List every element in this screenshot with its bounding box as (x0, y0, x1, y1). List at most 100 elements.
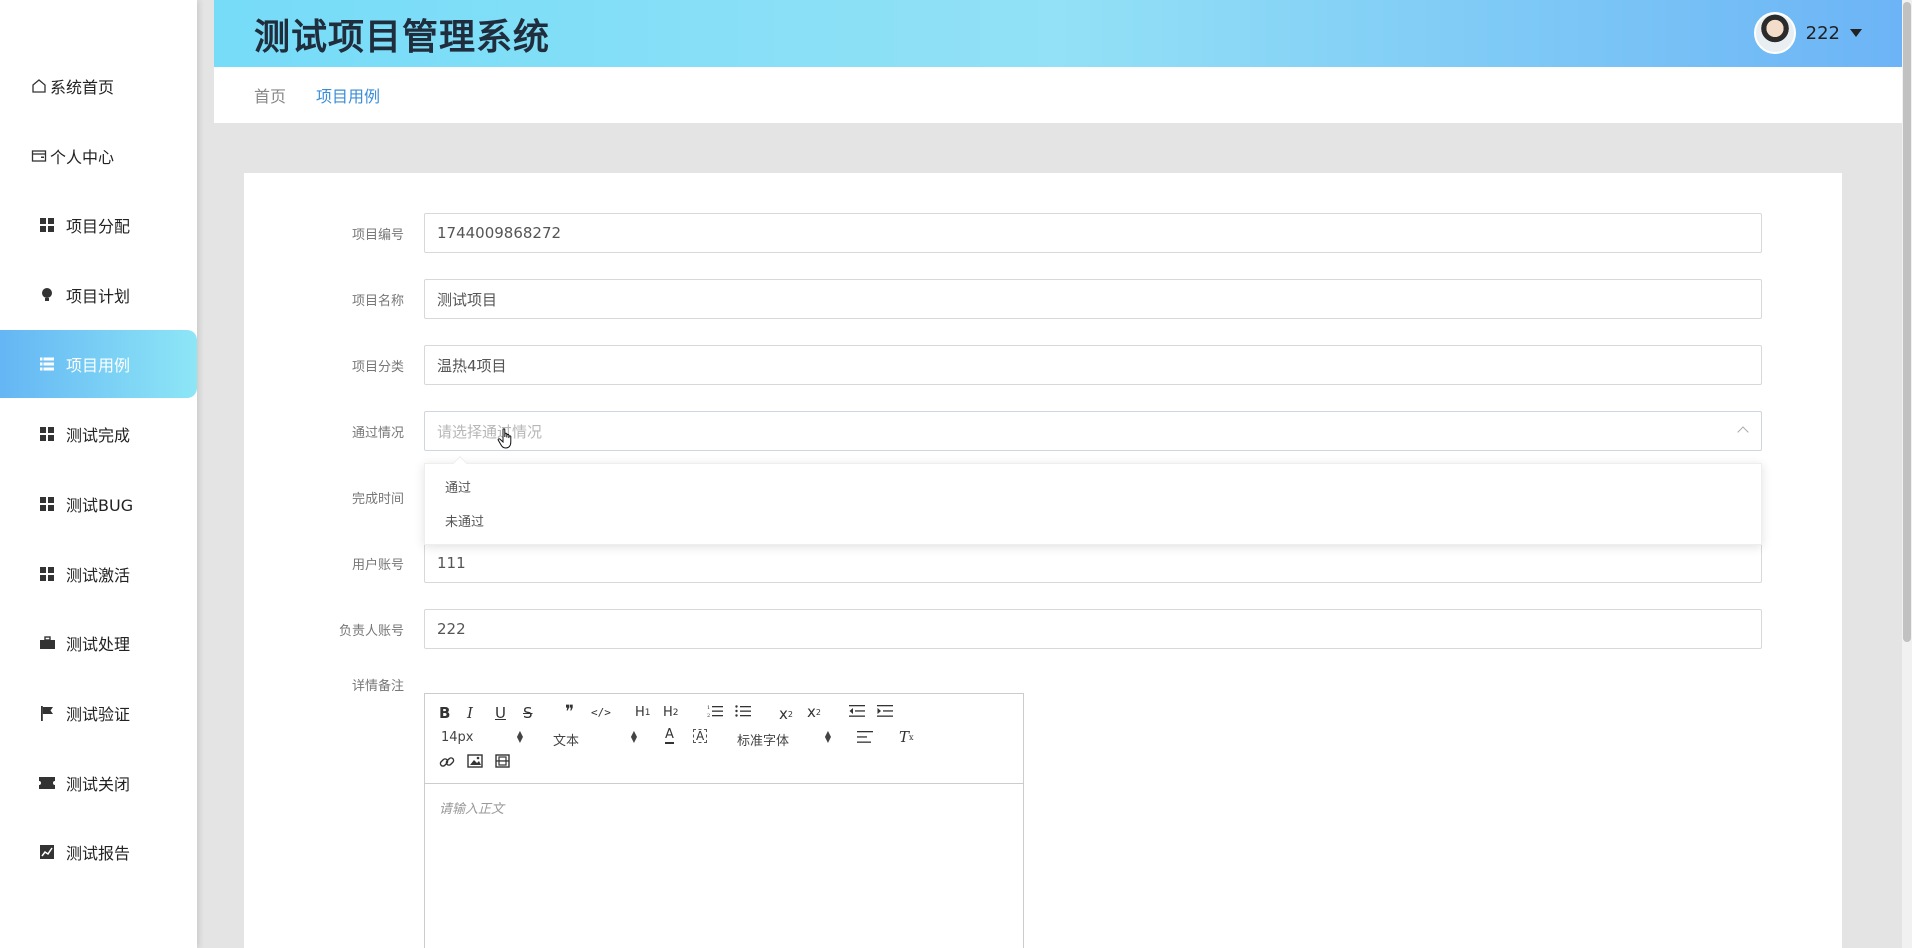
complete-time-label: 完成时间 (351, 491, 404, 507)
sidebar-item-label: 项目计划 (66, 287, 131, 306)
sidebar-item-label: 项目用例 (66, 356, 131, 375)
background-color-button[interactable]: A (693, 729, 708, 743)
strike-button[interactable]: S (523, 704, 533, 722)
image-icon[interactable] (467, 754, 483, 768)
page-scrollbar[interactable] (1902, 0, 1912, 948)
breadcrumb-current[interactable]: 项目用例 (316, 83, 380, 107)
sidebar-item-test-verify[interactable]: 测试验证 (0, 679, 197, 747)
sidebar-item-label: 个人中心 (50, 148, 115, 167)
owner-account-field[interactable]: 222 (424, 609, 1762, 649)
font-family-value: 标准字体 (737, 734, 790, 749)
scrollbar-thumb[interactable] (1903, 2, 1911, 642)
user-menu[interactable]: 222 (1753, 12, 1862, 54)
svg-text:2: 2 (707, 713, 710, 718)
sidebar-item-test-report[interactable]: 测试报告 (0, 818, 197, 886)
editor-toolbar: B I U S ❞ </> H1 H2 12 x2 x2 14px ▲ ▼ 文本… (425, 694, 1023, 784)
align-icon[interactable] (857, 730, 873, 744)
pass-status-placeholder: 请选择通过情况 (437, 422, 543, 441)
option-fail[interactable]: 未通过 (425, 506, 1761, 540)
details-label: 详情备注 (351, 679, 404, 694)
sidebar-item-test-complete[interactable]: 测试完成 (0, 400, 197, 468)
editor-body[interactable]: 请输入正文 (425, 784, 1023, 831)
indent-icon[interactable] (877, 704, 893, 718)
sidebar: 系统首页 个人中心 项目分配 项目计划 项目用例 测试完成 测试BUG 测试激活… (0, 0, 197, 948)
font-family-select[interactable]: 标准字体 ▲ ▼ (737, 729, 831, 750)
clear-format-button[interactable]: Tx (899, 728, 914, 746)
list-icon (38, 355, 56, 373)
sidebar-item-test-bug[interactable]: 测试BUG (0, 470, 197, 538)
italic-button[interactable]: I (467, 704, 473, 722)
sidebar-item-assignment[interactable]: 项目分配 (0, 191, 197, 259)
font-color-button[interactable]: A (665, 728, 674, 744)
hand-cursor-icon (497, 428, 515, 454)
sidebar-item-label: 测试关闭 (66, 775, 131, 794)
outdent-icon[interactable] (849, 704, 865, 718)
bullet-list-icon[interactable] (735, 704, 751, 718)
form-row-owner-account: 负责人账号 222 (244, 609, 1842, 649)
pass-status-select[interactable]: 请选择通过情况 (424, 411, 1762, 451)
updown-icon: ▲ ▼ (516, 729, 523, 744)
lightbulb-icon (38, 286, 56, 304)
header-select-value: 文本 (553, 734, 580, 749)
username: 222 (1805, 22, 1840, 44)
underline-button[interactable]: U (495, 704, 506, 722)
grid-icon (38, 425, 56, 443)
project-name-label: 项目名称 (351, 293, 404, 309)
pass-status-label: 通过情况 (351, 425, 404, 441)
project-category-field[interactable]: 温热4项目 (424, 345, 1762, 385)
sidebar-item-testcase[interactable]: 项目用例 (0, 330, 197, 398)
form-row-project-no: 项目编号 1744009868272 (244, 213, 1842, 253)
h1-button[interactable]: H1 (635, 705, 651, 720)
user-account-field[interactable]: 111 (424, 543, 1762, 583)
form-row-project-name: 项目名称 测试项目 (244, 279, 1842, 319)
font-size-select[interactable]: 14px ▲ ▼ (441, 729, 523, 746)
project-no-field[interactable]: 1744009868272 (424, 213, 1762, 253)
updown-icon: ▲ ▼ (824, 729, 831, 744)
pass-status-dropdown: 通过 未通过 (424, 455, 1762, 545)
ordered-list-icon[interactable]: 12 (707, 704, 723, 718)
project-no-label: 项目编号 (351, 227, 404, 243)
sidebar-item-label: 系统首页 (50, 78, 115, 97)
chart-icon (38, 843, 56, 861)
sidebar-item-plan[interactable]: 项目计划 (0, 261, 197, 329)
code-block-button[interactable]: </> (591, 706, 611, 719)
project-category-label: 项目分类 (351, 359, 404, 375)
sidebar-item-profile[interactable]: 个人中心 (0, 122, 197, 190)
owner-account-label: 负责人账号 (338, 623, 404, 639)
subscript-button[interactable]: x2 (779, 705, 793, 723)
sidebar-item-label: 项目分配 (66, 217, 131, 236)
briefcase-icon (38, 634, 56, 652)
superscript-button[interactable]: x2 (807, 703, 821, 721)
sidebar-item-label: 测试完成 (66, 426, 131, 445)
flag-icon (38, 704, 56, 722)
sidebar-item-label: 测试验证 (66, 705, 131, 724)
ticket-icon (38, 774, 56, 792)
sidebar-item-test-close[interactable]: 测试关闭 (0, 749, 197, 817)
form-row-user-account: 用户账号 111 (244, 543, 1842, 583)
app-title: 测试项目管理系统 (254, 17, 551, 58)
caret-down-icon (1850, 29, 1862, 37)
user-account-label: 用户账号 (351, 557, 404, 573)
project-name-field[interactable]: 测试项目 (424, 279, 1762, 319)
sidebar-item-test-handle[interactable]: 测试处理 (0, 609, 197, 677)
sidebar-item-test-activate[interactable]: 测试激活 (0, 540, 197, 608)
h2-button[interactable]: H2 (663, 705, 679, 720)
top-header: 测试项目管理系统 222 (214, 0, 1902, 67)
bold-button[interactable]: B (439, 704, 450, 722)
video-icon[interactable] (495, 754, 510, 768)
breadcrumb: 首页 项目用例 (214, 67, 1902, 123)
editor-placeholder: 请输入正文 (439, 802, 505, 817)
header-select[interactable]: 文本 ▲ ▼ (553, 730, 637, 750)
form-panel: 项目编号 1744009868272 项目名称 测试项目 项目分类 温热4项目 … (244, 173, 1842, 948)
sidebar-item-label: 测试激活 (66, 566, 131, 585)
breadcrumb-home[interactable]: 首页 (254, 83, 286, 107)
sidebar-item-home[interactable]: 系统首页 (0, 52, 197, 120)
sidebar-item-label: 测试处理 (66, 635, 131, 654)
link-icon[interactable] (439, 754, 455, 770)
blockquote-button[interactable]: ❞ (565, 702, 574, 722)
grid-icon (38, 216, 56, 234)
avatar (1753, 12, 1796, 54)
grid-icon (38, 495, 56, 513)
sidebar-item-label: 测试报告 (66, 844, 131, 863)
option-pass[interactable]: 通过 (425, 472, 1761, 506)
